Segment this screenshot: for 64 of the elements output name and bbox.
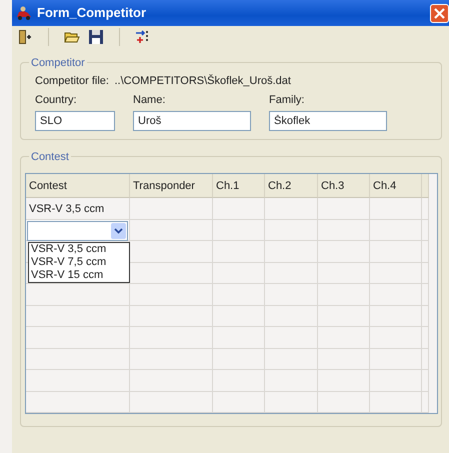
table-cell (318, 262, 370, 284)
table-cell (318, 198, 370, 220)
table-cell (265, 284, 318, 306)
column-header[interactable]: Ch.4 (370, 174, 422, 198)
table-cell (318, 392, 370, 414)
exit-door-button[interactable] (16, 28, 34, 46)
table-cell (318, 241, 370, 263)
table-cell (265, 348, 318, 370)
table-cell (370, 306, 422, 328)
column-header[interactable]: Contest (26, 174, 130, 198)
table-cell (213, 220, 265, 242)
table-cell (213, 327, 265, 349)
app-icon (16, 6, 32, 20)
table-cell (370, 198, 422, 220)
table-cell (370, 348, 422, 370)
table-cell (265, 241, 318, 263)
table-cell (213, 392, 265, 414)
table-cell (318, 348, 370, 370)
save-button[interactable] (87, 28, 105, 46)
dropdown-option[interactable]: VSR-V 15 ccm (29, 269, 129, 282)
dropdown-option[interactable]: VSR-V 7,5 ccm (29, 256, 129, 270)
table-cell (370, 327, 422, 349)
window-title: Form_Competitor (37, 4, 146, 22)
table-cell (370, 241, 422, 263)
group-label: Competitor (29, 55, 87, 72)
table-cell (213, 348, 265, 370)
table-cell (265, 220, 318, 242)
column-header[interactable]: Ch.1 (213, 174, 265, 198)
input-field[interactable]: SLO (35, 111, 115, 132)
column-header[interactable]: Ch.3 (318, 174, 370, 198)
close-icon (434, 8, 445, 18)
input-field[interactable]: Uroš (133, 111, 251, 132)
table-cell (265, 262, 318, 284)
table-cell (318, 327, 370, 349)
field-label: Country: (35, 92, 78, 108)
field-label: Competitor file: (35, 74, 109, 88)
table-cell (213, 284, 265, 306)
field-label: Name: (133, 92, 166, 108)
table-cell (265, 327, 318, 349)
table-cell (265, 370, 318, 392)
column-header (422, 174, 429, 198)
table-cell (318, 284, 370, 306)
table-cell (318, 220, 370, 242)
table-cell (370, 284, 422, 306)
table-cell (213, 241, 265, 263)
table-cell (213, 306, 265, 328)
table-cell (370, 262, 422, 284)
field-label: Family: (269, 92, 306, 108)
table-cell (318, 306, 370, 328)
dropdown-option[interactable]: VSR-V 3,5 ccm (29, 243, 129, 256)
table-cell (370, 370, 422, 392)
column-header[interactable]: Transponder (130, 174, 213, 198)
table-cell (213, 198, 265, 220)
table-cell (318, 370, 370, 392)
table-cell (265, 392, 318, 414)
table-cell (213, 370, 265, 392)
column-header[interactable]: Ch.2 (265, 174, 318, 198)
file-path: ..\COMPETITORS\Škoflek_Uroš.dat (114, 73, 291, 88)
table-cell (265, 198, 318, 220)
table-cell (265, 306, 318, 328)
table-cell (370, 220, 422, 242)
table-cell (370, 392, 422, 414)
table-cell (213, 262, 265, 284)
close-button[interactable] (430, 4, 449, 22)
